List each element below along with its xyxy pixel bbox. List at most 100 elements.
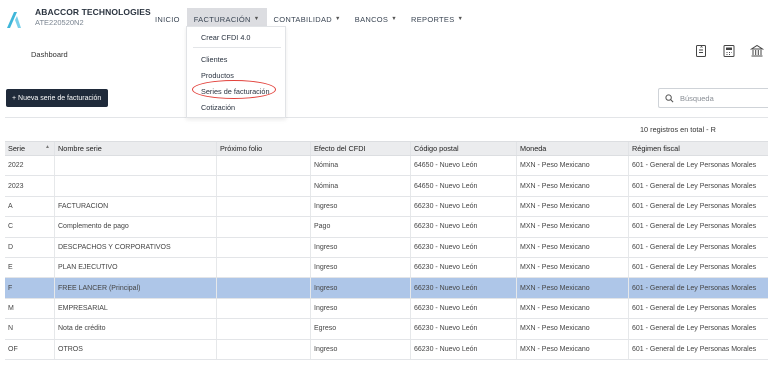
column-header-label: Próximo folio — [220, 144, 263, 153]
table-row[interactable]: D DESCPACHOS Y CORPORATIVOS Ingreso 66230 -… — [5, 237, 768, 258]
menu-item-crear-cfdi[interactable]: Crear CFDI 4.0 — [201, 33, 250, 42]
nav-item-0[interactable]: INICIO — [148, 8, 187, 30]
table-cell: 2022 — [5, 156, 55, 176]
table-cell: MXN - Peso Mexicano — [517, 237, 629, 257]
search-field[interactable]: Búsqueda — [658, 88, 768, 108]
series-table: Serie ▲ Nombre serie Próximo folio Efecto de… — [5, 141, 768, 360]
column-header-label: Moneda — [520, 144, 547, 153]
divider — [5, 117, 768, 118]
table-cell: OTROS — [55, 339, 217, 359]
column-header-label: Nombre serie — [58, 144, 102, 153]
nav-label: REPORTES — [411, 14, 455, 24]
table-cell: MXN - Peso Mexicano — [517, 298, 629, 319]
search-icon — [665, 93, 674, 102]
table-cell: 601 - General de Ley Personas Morales — [632, 202, 757, 210]
company-name: ABACCOR TECHNOLOGIES — [35, 7, 151, 17]
table-cell: Ingreso — [311, 339, 411, 359]
table-cell: MXN - Peso Mexicano — [517, 339, 629, 359]
breadcrumb[interactable]: Dashboard — [31, 50, 68, 59]
column-header-label: Serie — [8, 144, 26, 153]
table-cell: Pago — [311, 217, 411, 237]
table-cell: D — [5, 237, 55, 257]
table-cell: Nota de crédito — [55, 319, 217, 339]
table-cell: Ingreso — [311, 278, 411, 298]
table-cell: 64650 - Nuevo León — [411, 156, 517, 176]
table-header: Serie ▲ Nombre serie Próximo folio Efecto de… — [5, 141, 768, 156]
facturacion-dropdown: Crear CFDI 4.0 Clientes Productos Series… — [186, 26, 286, 118]
table-cell — [217, 319, 311, 339]
table-cell: 66230 - Nuevo León — [411, 196, 517, 217]
table-row[interactable]: 2022 Nómina 64650 - Nuevo León MXN - Peso M… — [5, 156, 768, 177]
table-cell: 66230 - Nuevo León — [411, 339, 517, 359]
table-cell: 601 - General de Ley Personas Morales — [632, 325, 757, 333]
table-cell — [217, 156, 311, 176]
table-cell: 601 - General de Ley Personas Morales — [632, 284, 757, 292]
chevron-down-icon: ▼ — [457, 16, 464, 22]
table-cell — [217, 237, 311, 257]
column-header[interactable]: Moneda — [517, 142, 629, 155]
menu-item-cotizacion[interactable]: Cotización — [201, 103, 235, 112]
table-cell: Ingreso — [311, 196, 411, 217]
menu-item-productos[interactable]: Productos — [201, 71, 234, 80]
document-icon[interactable] — [694, 44, 708, 58]
highlight-circle — [192, 80, 276, 99]
calculator-icon[interactable] — [722, 44, 736, 58]
table-cell — [217, 339, 311, 359]
chevron-down-icon: ▼ — [335, 16, 341, 22]
table-cell: A — [5, 196, 55, 217]
search-placeholder: Búsqueda — [680, 93, 714, 103]
table-cell: MXN - Peso Mexicano — [517, 217, 629, 237]
bank-icon[interactable] — [750, 44, 764, 58]
table-row[interactable]: E PLAN EJECUTIVO Ingreso 66230 - Nuevo León… — [5, 257, 768, 279]
column-header[interactable]: Próximo folio — [217, 142, 311, 155]
record-count: 10 registros en total - R — [640, 125, 716, 134]
table-cell: 601 - General de Ley Personas Morales — [632, 162, 757, 170]
table-cell: 601 - General de Ley Personas Morales — [632, 345, 757, 353]
table-cell — [217, 196, 311, 217]
nav-label: BANCOS — [354, 14, 389, 24]
table-cell: EMPRESARIAL — [55, 298, 217, 319]
nav-label: INICIO — [155, 14, 180, 24]
table-cell: MXN - Peso Mexicano — [517, 176, 629, 196]
table-row[interactable]: 2023 Nómina 64650 - Nuevo León MXN - Peso M… — [5, 176, 768, 197]
nav-item-3[interactable]: BANCOS ▼ — [348, 8, 404, 30]
table-cell: 601 - General de Ley Personas Morales — [632, 243, 757, 251]
sort-icon[interactable]: ▲ — [45, 144, 50, 150]
table-row[interactable]: C Complemento de pago Pago 66230 - Nuevo Le… — [5, 217, 768, 238]
company-rfc: ATE220520N2 — [35, 18, 84, 27]
column-header-label: Código postal — [414, 144, 459, 153]
column-header[interactable]: Serie ▲ — [5, 142, 55, 155]
table-cell: 66230 - Nuevo León — [411, 237, 517, 257]
company-logo[interactable] — [6, 11, 22, 29]
table-row[interactable]: F FREE LANCER (Principal) Ingreso 66230 - N… — [5, 278, 768, 299]
table-cell: Ingreso — [311, 298, 411, 319]
table-row[interactable]: OF OTROS Ingreso 66230 - Nuevo León MXN - Pe… — [5, 339, 768, 360]
table-cell: 66230 - Nuevo León — [411, 278, 517, 298]
table-cell — [217, 217, 311, 237]
new-series-button[interactable]: + Nueva serie de facturación — [6, 89, 108, 107]
column-header[interactable]: Código postal — [411, 142, 517, 155]
table-cell — [217, 298, 311, 319]
table-row[interactable]: N Nota de crédito Egreso 66230 - Nuevo León… — [5, 319, 768, 340]
table-row[interactable]: M EMPRESARIAL Ingreso 66230 - Nuevo León MXN… — [5, 298, 768, 320]
table-cell: 2023 — [5, 176, 55, 196]
column-header[interactable]: Nombre serie — [55, 142, 217, 155]
menu-divider — [193, 47, 281, 48]
column-header[interactable]: Régimen fiscal — [629, 142, 768, 155]
table-cell: FREE LANCER (Principal) — [55, 278, 217, 298]
table-cell: M — [5, 298, 55, 319]
table-cell: F — [5, 278, 55, 298]
table-cell: C — [5, 217, 55, 237]
table-cell: OF — [5, 339, 55, 359]
menu-item-clientes[interactable]: Clientes — [201, 55, 227, 64]
table-cell: Complemento de pago — [55, 217, 217, 237]
table-row[interactable]: A FACTURACION Ingreso 66230 - Nuevo León MXN… — [5, 196, 768, 218]
nav-item-4[interactable]: REPORTES ▼ — [404, 8, 470, 30]
table-cell: PLAN EJECUTIVO — [55, 257, 217, 278]
table-cell: 66230 - Nuevo León — [411, 217, 517, 237]
table-cell: MXN - Peso Mexicano — [517, 319, 629, 339]
table-cell: 64650 - Nuevo León — [411, 176, 517, 196]
column-header-label: Régimen fiscal — [632, 144, 680, 153]
table-cell: MXN - Peso Mexicano — [517, 278, 629, 298]
column-header[interactable]: Efecto del CFDI — [311, 142, 411, 155]
